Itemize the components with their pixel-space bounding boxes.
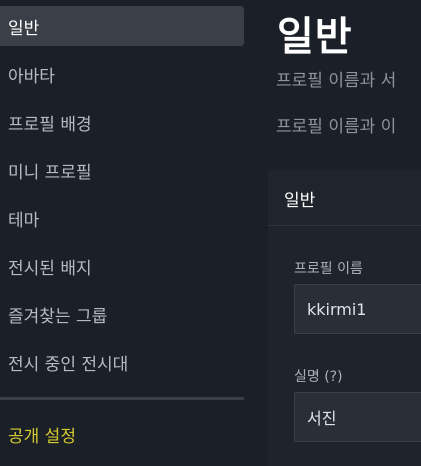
sidebar-item-avatar[interactable]: 아바타 (0, 54, 244, 94)
sidebar-item-mini-profile[interactable]: 미니 프로필 (0, 150, 244, 190)
sidebar-item-label: 프로필 배경 (8, 114, 92, 135)
real-name-label: 실명 (?) (294, 369, 343, 385)
sidebar-item-label: 즐겨찾는 그룹 (8, 306, 108, 327)
section-title: 일반 (284, 191, 316, 211)
section-header: 일반 (268, 170, 421, 226)
sidebar-item-label: 전시 중인 전시대 (8, 354, 129, 375)
sidebar-item-showcases[interactable]: 전시 중인 전시대 (0, 342, 244, 382)
sidebar-item-general[interactable]: 일반 (0, 6, 244, 46)
sidebar-item-label: 테마 (8, 210, 40, 231)
sidebar-item-profile-background[interactable]: 프로필 배경 (0, 102, 244, 142)
sidebar-item-favorite-group[interactable]: 즐겨찾는 그룹 (0, 294, 244, 334)
general-settings-panel: 프로필 이름 kkirmi1 실명 (?) 서진 (268, 226, 421, 466)
sidebar-item-privacy-settings[interactable]: 공개 설정 (0, 414, 244, 454)
page-title: 일반 (277, 14, 353, 60)
sidebar-item-theme[interactable]: 테마 (0, 198, 244, 238)
real-name-input[interactable]: 서진 (294, 392, 421, 442)
sidebar-item-featured-badge[interactable]: 전시된 배지 (0, 246, 244, 286)
profile-name-label: 프로필 이름 (294, 261, 363, 277)
profile-name-input[interactable]: kkirmi1 (294, 284, 421, 334)
main-content: 일반 프로필 이름과 서 프로필 이름과 이 일반 프로필 이름 kkirmi1… (268, 0, 421, 466)
page-description-line: 프로필 이름과 이 (276, 117, 397, 137)
page-description-line: 프로필 이름과 서 (276, 71, 397, 91)
profile-name-value: kkirmi1 (307, 299, 367, 319)
sidebar-item-label: 전시된 배지 (8, 258, 92, 279)
sidebar-item-label: 아바타 (8, 66, 55, 87)
sidebar-item-label: 미니 프로필 (8, 162, 92, 183)
sidebar-item-label: 일반 (8, 18, 40, 39)
sidebar: 일반 아바타 프로필 배경 미니 프로필 테마 전시된 배지 즐겨찾는 그룹 전… (0, 0, 250, 466)
sidebar-item-label: 공개 설정 (8, 426, 76, 447)
sidebar-divider (0, 397, 244, 400)
real-name-value: 서진 (307, 409, 337, 428)
profile-edit-page: 일반 아바타 프로필 배경 미니 프로필 테마 전시된 배지 즐겨찾는 그룹 전… (0, 0, 421, 466)
